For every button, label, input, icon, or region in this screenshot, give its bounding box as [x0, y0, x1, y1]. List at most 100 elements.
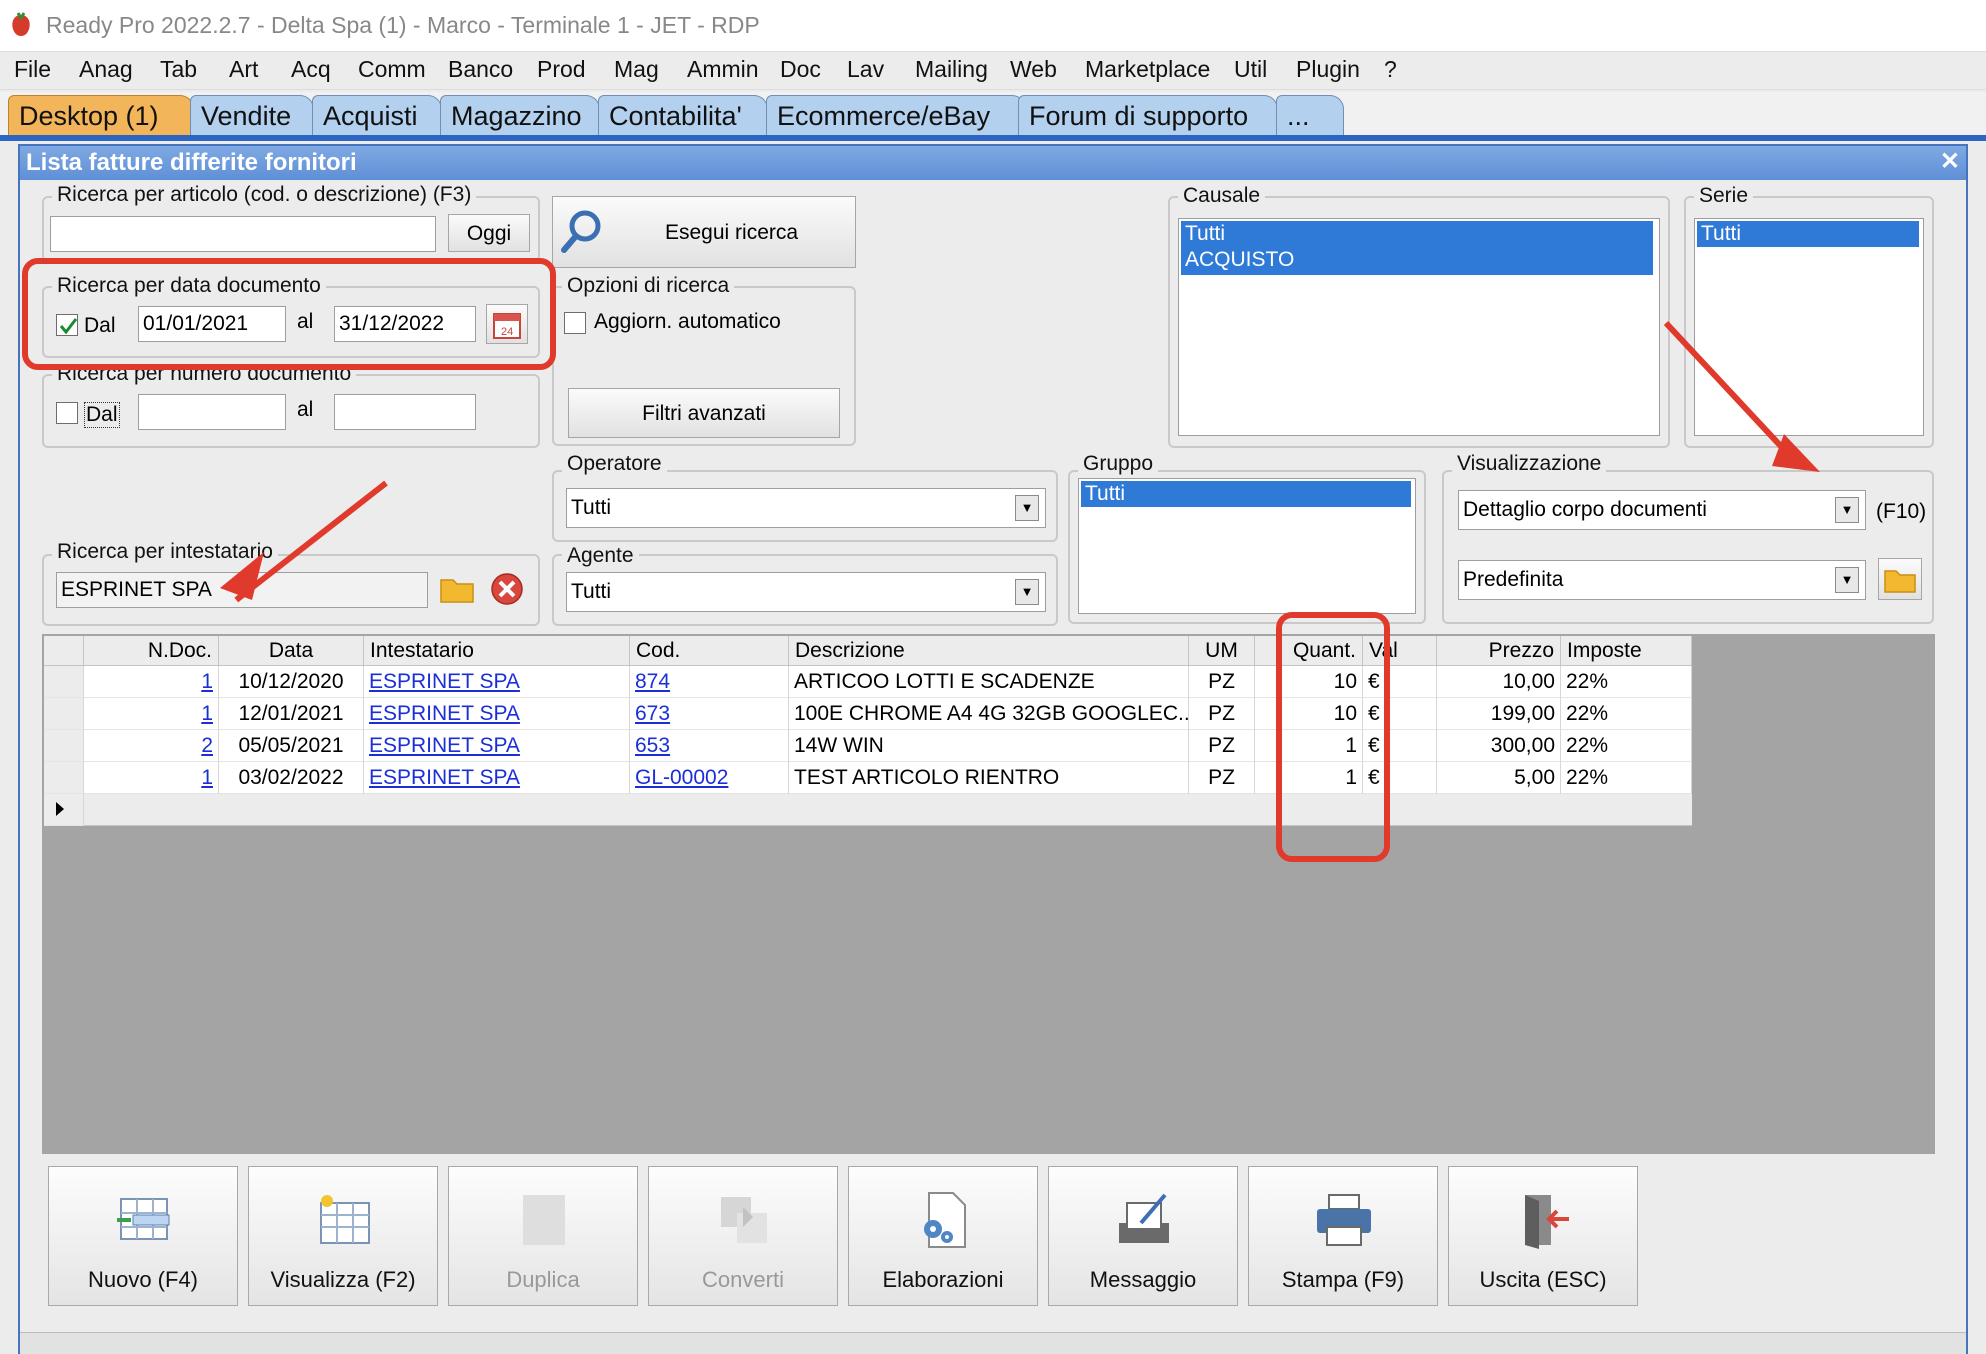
new-row[interactable]: [84, 794, 1692, 826]
cell-code[interactable]: 653: [630, 730, 789, 762]
serie-listbox[interactable]: Tutti: [1694, 218, 1924, 436]
causale-listbox[interactable]: Tutti ACQUISTO: [1178, 218, 1660, 436]
menu-banco[interactable]: Banco: [448, 56, 513, 83]
message-icon: [1119, 1193, 1169, 1243]
print-button[interactable]: Stampa (F9): [1248, 1166, 1438, 1306]
duplicate-button[interactable]: Duplica: [448, 1166, 638, 1306]
tab-magazzino[interactable]: Magazzino: [440, 95, 600, 135]
cell-ndoc[interactable]: 1: [84, 698, 219, 730]
number-to-input[interactable]: [334, 394, 476, 430]
close-icon[interactable]: ✕: [1940, 147, 1960, 176]
cell-ndoc-text[interactable]: 1: [201, 766, 213, 789]
menu-mag[interactable]: Mag: [614, 56, 659, 83]
today-button[interactable]: Oggi: [448, 214, 530, 252]
row-selector[interactable]: [44, 666, 84, 698]
col-header[interactable]: N.Doc.: [84, 636, 219, 666]
folder-button[interactable]: [438, 570, 476, 608]
agente-select[interactable]: Tutti ▼: [566, 572, 1046, 612]
menu-lav[interactable]: Lav: [847, 56, 884, 83]
cell-intestatario-text[interactable]: ESPRINET SPA: [369, 766, 520, 789]
tab-acquisti[interactable]: Acquisti: [312, 95, 442, 135]
new-button[interactable]: Nuovo (F4): [48, 1166, 238, 1306]
row-selector[interactable]: [44, 730, 84, 762]
number-from-input[interactable]: [138, 394, 286, 430]
cell-ndoc[interactable]: 1: [84, 666, 219, 698]
row-selector[interactable]: [44, 762, 84, 794]
number-from-checkbox[interactable]: [56, 402, 78, 424]
cell-ndoc[interactable]: 1: [84, 762, 219, 794]
causale-item[interactable]: ACQUISTO: [1181, 247, 1653, 273]
tab-contabilita[interactable]: Contabilita': [598, 95, 768, 135]
col-header[interactable]: Data: [219, 636, 364, 666]
cell-code[interactable]: 673: [630, 698, 789, 730]
gruppo-item[interactable]: Tutti: [1081, 481, 1411, 507]
cell-code[interactable]: 874: [630, 666, 789, 698]
cell-intestatario[interactable]: ESPRINET SPA: [364, 730, 630, 762]
gruppo-listbox[interactable]: Tutti: [1078, 478, 1416, 614]
menu-prod[interactable]: Prod: [537, 56, 586, 83]
cell-intestatario[interactable]: ESPRINET SPA: [364, 762, 630, 794]
cell-code-text[interactable]: 653: [635, 734, 670, 757]
cell-tax: 22%: [1561, 762, 1692, 794]
layout-select[interactable]: Predefinita ▼: [1458, 560, 1866, 600]
folder-icon: [440, 579, 474, 603]
menu-comm[interactable]: Comm: [358, 56, 426, 83]
menu-doc[interactable]: Doc: [780, 56, 821, 83]
cell-description-text: ARTICOO LOTTI E SCADENZE: [794, 670, 1095, 693]
serie-item[interactable]: Tutti: [1697, 221, 1919, 247]
cell-ndoc-text[interactable]: 2: [201, 734, 213, 757]
folder-icon: [1884, 570, 1916, 593]
advanced-filters-button[interactable]: Filtri avanzati: [568, 388, 840, 438]
cell-intestatario-text[interactable]: ESPRINET SPA: [369, 702, 520, 725]
tab-vendite[interactable]: Vendite: [190, 95, 314, 135]
col-header[interactable]: Prezzo: [1437, 636, 1561, 666]
visualizzazione-select[interactable]: Dettaglio corpo documenti ▼: [1458, 490, 1866, 530]
menu-marketplace[interactable]: Marketplace: [1085, 56, 1210, 83]
menu-acq[interactable]: Acq: [291, 56, 331, 83]
menu-mailing[interactable]: Mailing: [915, 56, 988, 83]
clear-intestatario-button[interactable]: [488, 570, 526, 608]
tab-desktop[interactable]: Desktop (1): [8, 95, 194, 135]
article-search-input[interactable]: [50, 216, 436, 252]
menu-help[interactable]: ?: [1384, 56, 1397, 83]
menu-plugin[interactable]: Plugin: [1296, 56, 1360, 83]
cell-ndoc-text[interactable]: 1: [201, 670, 213, 693]
operatore-select[interactable]: Tutti ▼: [566, 488, 1046, 528]
menu-tab[interactable]: Tab: [160, 56, 197, 83]
col-header[interactable]: Descrizione: [789, 636, 1189, 666]
row-selector[interactable]: [44, 698, 84, 730]
menu-ammin[interactable]: Ammin: [687, 56, 759, 83]
cell-intestatario-text[interactable]: ESPRINET SPA: [369, 670, 520, 693]
cell-ndoc[interactable]: 2: [84, 730, 219, 762]
message-button[interactable]: Messaggio: [1048, 1166, 1238, 1306]
elaborations-button[interactable]: Elaborazioni: [848, 1166, 1038, 1306]
cell-intestatario[interactable]: ESPRINET SPA: [364, 666, 630, 698]
auto-update-checkbox[interactable]: [564, 312, 586, 334]
tab-ecommerce[interactable]: Ecommerce/eBay: [766, 95, 1026, 135]
menu-util[interactable]: Util: [1234, 56, 1267, 83]
col-header[interactable]: UM: [1189, 636, 1255, 666]
col-header[interactable]: Intestatario: [364, 636, 630, 666]
cell-intestatario[interactable]: ESPRINET SPA: [364, 698, 630, 730]
menu-art[interactable]: Art: [229, 56, 258, 83]
col-header[interactable]: Imposte: [1561, 636, 1692, 666]
cell-ndoc-text[interactable]: 1: [201, 702, 213, 725]
tab-more[interactable]: ...: [1276, 95, 1344, 135]
cell-code-text[interactable]: 874: [635, 670, 670, 693]
cell-date: 03/02/2022: [219, 762, 364, 794]
exit-button[interactable]: Uscita (ESC): [1448, 1166, 1638, 1306]
tab-forum[interactable]: Forum di supporto: [1018, 95, 1278, 135]
menu-web[interactable]: Web: [1010, 56, 1057, 83]
cell-intestatario-text[interactable]: ESPRINET SPA: [369, 734, 520, 757]
cell-code[interactable]: GL-00002: [630, 762, 789, 794]
view-button[interactable]: Visualizza (F2): [248, 1166, 438, 1306]
col-header[interactable]: Cod.: [630, 636, 789, 666]
annotation-quantity-highlight: [1276, 612, 1390, 862]
cell-code-text[interactable]: GL-00002: [635, 766, 728, 789]
convert-button[interactable]: Converti: [648, 1166, 838, 1306]
menu-anag[interactable]: Anag: [79, 56, 133, 83]
causale-item[interactable]: Tutti: [1181, 221, 1653, 247]
menu-file[interactable]: File: [14, 56, 51, 83]
cell-code-text[interactable]: 673: [635, 702, 670, 725]
layout-folder-button[interactable]: [1878, 558, 1922, 600]
